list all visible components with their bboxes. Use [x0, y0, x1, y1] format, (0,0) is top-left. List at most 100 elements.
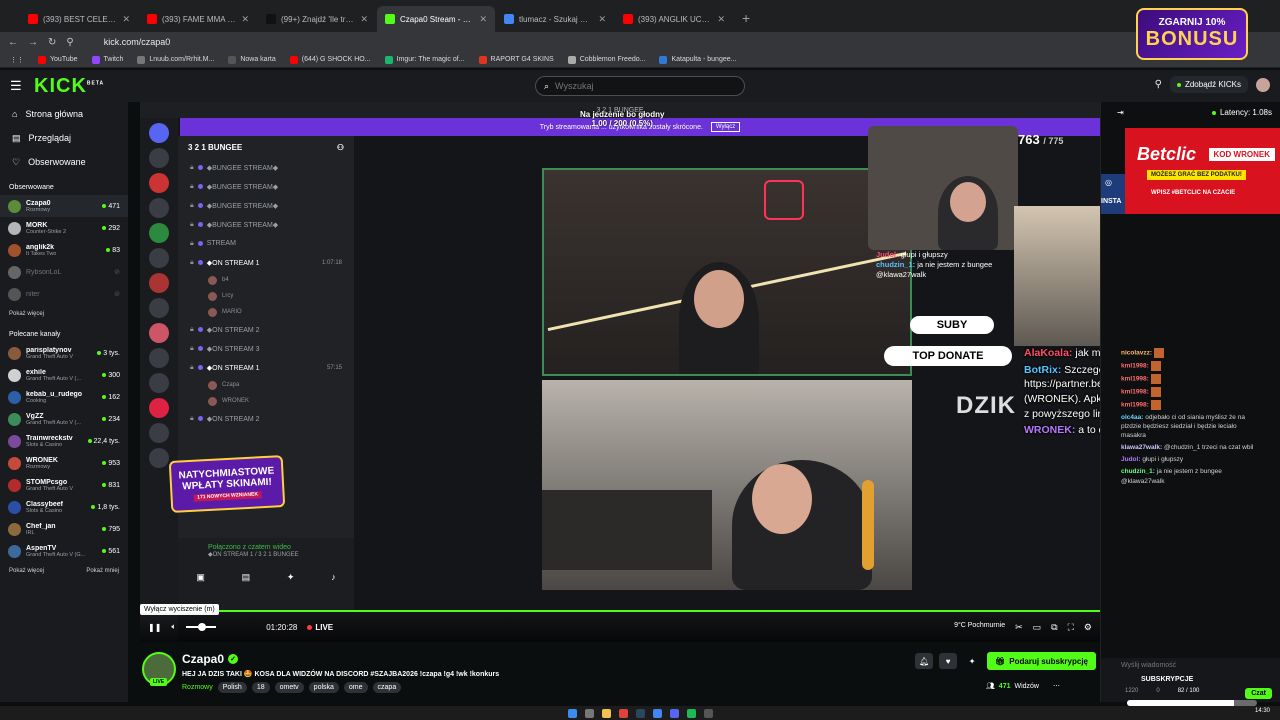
stream-tag[interactable]: ome	[343, 682, 368, 693]
bookmark-item[interactable]: (644) G SHOCK HO...	[289, 55, 371, 64]
sidebar-channel[interactable]: AspenTV Grand Theft Auto V (G... 561	[0, 540, 128, 562]
tab-close-icon[interactable]: ✕	[122, 14, 130, 25]
sidebar-channel[interactable]: parisplatynov Grand Theft Auto V 3 tys.	[0, 342, 128, 364]
chat-username[interactable]: kml1998:	[1121, 376, 1149, 383]
sidebar-nav-item[interactable]: ⌂ Strona główna	[0, 102, 128, 126]
sidebar-channel[interactable]: WRONEK Rozmowy 953	[0, 452, 128, 474]
settings-icon[interactable]: ⚙	[1084, 622, 1092, 633]
browser-tab[interactable]: Czapa0 Stream - Watch Live on ✕	[377, 6, 495, 32]
notifications-icon[interactable]: ⚲	[1155, 79, 1162, 90]
show-more-followed[interactable]: Pokaż więcej	[9, 311, 44, 317]
streamer-name[interactable]: Czapa0	[182, 652, 224, 666]
chat-username[interactable]: kml1998:	[1121, 402, 1149, 409]
forward-icon[interactable]: →	[28, 37, 38, 48]
pause-icon[interactable]: ❚❚	[148, 623, 161, 632]
casino-bonus-ad[interactable]: ZGARNIJ 10% BONUSU	[1136, 8, 1248, 60]
chat-username[interactable]: chudzin_1:	[1121, 468, 1155, 475]
stream-tag[interactable]: polska	[308, 682, 339, 693]
tab-close-icon[interactable]: ✕	[241, 14, 249, 25]
menu-icon[interactable]: ☰	[10, 78, 26, 94]
browser-taskbar-icon[interactable]	[618, 708, 628, 718]
tab-close-icon[interactable]: ✕	[479, 14, 487, 25]
show-less-recommended[interactable]: Pokaż mniej	[86, 568, 119, 574]
bookmark-item[interactable]: RAPORT G4 SKINS	[478, 55, 554, 64]
bookmark-item[interactable]: Cobblemon Freedo...	[567, 55, 645, 64]
search-taskbar-icon[interactable]	[584, 708, 594, 718]
stream-tag[interactable]: ometv	[274, 682, 304, 693]
new-tab-icon[interactable]: +	[734, 10, 758, 32]
bookmark-item[interactable]: YouTube	[38, 55, 78, 64]
chat-username[interactable]: Judol:	[1121, 456, 1141, 463]
reload-icon[interactable]: ↻	[48, 37, 56, 48]
sidebar-channel[interactable]: Czapa0 Rozmowy 471	[0, 195, 128, 217]
stream-tag[interactable]: Polish	[217, 682, 247, 693]
bookmark-item[interactable]: Lnuub.com/Rrhit.M...	[137, 55, 214, 64]
bookmark-item[interactable]: Imgur: The magic of...	[384, 55, 465, 64]
chrome-icon[interactable]	[652, 708, 662, 718]
get-kicks-button[interactable]: Zdobądź KICKs	[1169, 76, 1248, 93]
sidebar-channel[interactable]: Chef_jan IRL 795	[0, 518, 128, 540]
url-field[interactable]: kick.com/czapa0	[104, 37, 171, 47]
bookmark-item[interactable]: Twitch	[91, 55, 123, 64]
start-icon[interactable]	[567, 708, 577, 718]
chat-username[interactable]: klawa27walk:	[1121, 444, 1162, 451]
sidebar-channel[interactable]: MORK Counter-Strike 2 292	[0, 217, 128, 239]
chat-send-button[interactable]: Czat	[1245, 688, 1272, 699]
tab-close-icon[interactable]: ✕	[598, 14, 606, 25]
stream-tag[interactable]: 18	[251, 682, 270, 693]
chat-username[interactable]: olc4aa:	[1121, 414, 1143, 421]
user-avatar[interactable]	[1256, 77, 1270, 92]
volume-icon[interactable]: 🔈︎	[171, 622, 176, 632]
sidebar-channel[interactable]: Trainwreckstv Slots & Casino 22,4 tys.	[0, 430, 128, 452]
gift-sub-button[interactable]: 🎁︎ Podaruj subskrypcję	[987, 652, 1096, 670]
volume-slider[interactable]	[186, 623, 217, 631]
spotify-icon[interactable]	[686, 708, 696, 718]
video-player[interactable]: 3 2 1 BUNGEE Tryb streamowania ... użytk…	[140, 102, 1100, 642]
browser-tab[interactable]: (99+) Znajdź 'Ile trzeba wziąć s ✕	[258, 6, 376, 32]
browser-tab[interactable]: (393) BEST CELEBRITY LOOKAL ✕	[20, 6, 138, 32]
browser-tab[interactable]: (393) ANGLIK UCZY MNIE ANG ✕	[615, 6, 733, 32]
tab-close-icon[interactable]: ✕	[360, 14, 368, 25]
sidebar-channel[interactable]: VgZZ Grand Theft Auto V (... 234	[0, 408, 128, 430]
bookmark-item[interactable]: Nowa karta	[228, 55, 276, 64]
sidebar-channel[interactable]: niter ⊘	[0, 283, 128, 305]
sidebar-channel[interactable]: exhile Grand Theft Auto V (... 300	[0, 364, 128, 386]
betclic-banner[interactable]: Betclic KOD WRONEK MOŻESZ GRAĆ BEZ PODAT…	[1125, 128, 1280, 214]
sidebar-channel[interactable]: STOMPcsgo Grand Theft Auto V 831	[0, 474, 128, 496]
apps-grid-icon[interactable]: ⋮⋮	[10, 56, 24, 64]
pip-icon[interactable]: ⧉	[1051, 622, 1057, 633]
gift-icon[interactable]: ✦	[963, 653, 981, 669]
browser-tab[interactable]: (393) FAME MMA 1: Michał Hu ✕	[139, 6, 257, 32]
notification-bell-icon[interactable]: 🔔︎	[915, 653, 934, 669]
search-input[interactable]	[555, 81, 726, 91]
chat-username[interactable]: kml1998:	[1121, 363, 1149, 370]
back-icon[interactable]: ←	[8, 37, 18, 48]
sidebar-channel[interactable]: RybsonLoL ⊘	[0, 261, 128, 283]
show-more-recommended[interactable]: Pokaż więcej	[9, 568, 44, 574]
chat-username[interactable]: kml1998:	[1121, 389, 1149, 396]
sidebar-channel[interactable]: kebab_u_rudego Cooking 162	[0, 386, 128, 408]
browser-tab[interactable]: tlumacz - Szukaj w Google ✕	[496, 6, 614, 32]
files-icon[interactable]	[601, 708, 611, 718]
sidebar-nav-item[interactable]: ▤ Przeglądaj	[0, 126, 128, 150]
search-box[interactable]: ⌕	[535, 76, 745, 96]
stream-category[interactable]: Rozmowy	[182, 684, 213, 691]
chat-input[interactable]: Wyślij wiadomość	[1121, 662, 1176, 669]
sidebar-channel[interactable]: Classybeef Slots & Casino 1,8 tys.	[0, 496, 128, 518]
kick-logo[interactable]: KICKBETA	[34, 75, 104, 98]
collapse-chat-icon[interactable]: ⇥	[1117, 108, 1124, 117]
tab-close-icon[interactable]: ✕	[717, 14, 725, 25]
clip-icon[interactable]: ✂	[1015, 622, 1023, 633]
discord-icon[interactable]	[669, 708, 679, 718]
share-icon[interactable]: ⋯	[1053, 682, 1060, 690]
sidebar-channel[interactable]: anglik2k It Takes Two 83	[0, 239, 128, 261]
app-icon[interactable]	[703, 708, 713, 718]
bookmark-item[interactable]: Katapulta - bungee...	[659, 55, 736, 64]
sidebar-nav-item[interactable]: ♡ Obserwowane	[0, 150, 128, 174]
site-info-icon[interactable]: ⚲	[66, 37, 73, 48]
chat-username[interactable]: nicolavzz:	[1121, 350, 1152, 357]
steam-icon[interactable]	[635, 708, 645, 718]
stream-tag[interactable]: czapa	[372, 682, 402, 693]
follow-heart-icon[interactable]: ♥	[939, 653, 958, 669]
theater-mode-icon[interactable]: ▭	[1033, 622, 1042, 633]
